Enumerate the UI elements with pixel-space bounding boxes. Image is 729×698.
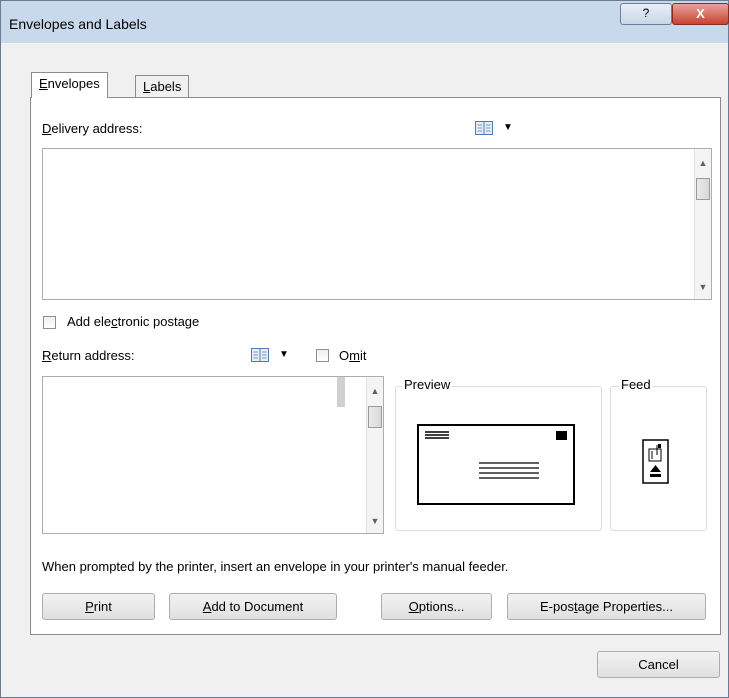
- add-electronic-postage-checkbox[interactable]: [43, 316, 56, 329]
- scroll-up-arrow-icon[interactable]: ▲: [369, 386, 381, 396]
- instruction-text: When prompted by the printer, insert an …: [42, 559, 509, 574]
- scroll-down-arrow-icon[interactable]: ▼: [369, 516, 381, 526]
- text-cursor-marker: [337, 377, 345, 407]
- preview-title: Preview: [402, 377, 453, 392]
- delivery-address-scrollbar[interactable]: ▲ ▼: [694, 149, 711, 299]
- envelopes-labels-dialog: Envelopes and Labels ? X Envelopes Label…: [0, 0, 729, 698]
- e-postage-properties-label-pre: E-pos: [540, 599, 574, 614]
- options-button[interactable]: Options...: [381, 593, 492, 620]
- feed-method-icon: [642, 439, 669, 484]
- omit-label-pre: O: [339, 348, 350, 363]
- delivery-address-scroll-thumb[interactable]: [696, 178, 710, 200]
- print-mnemonic: P: [85, 599, 94, 614]
- scroll-down-arrow-icon[interactable]: ▼: [697, 282, 709, 292]
- return-address-input[interactable]: ▲ ▼: [42, 376, 384, 534]
- scroll-up-arrow-icon[interactable]: ▲: [697, 158, 709, 168]
- delivery-address-label: Delivery address:: [42, 121, 142, 136]
- print-button[interactable]: Print: [42, 593, 155, 620]
- delivery-address-label-text: elivery address:: [51, 121, 143, 136]
- help-icon: ?: [642, 6, 650, 20]
- epostage-label-post: tronic postage: [117, 314, 200, 329]
- omit-label-post: it: [359, 348, 367, 363]
- address-book-icon[interactable]: [475, 121, 493, 135]
- return-address-label-text: eturn address:: [51, 348, 135, 363]
- add-electronic-postage-label[interactable]: Add electronic postage: [67, 314, 199, 329]
- close-button[interactable]: X: [672, 3, 729, 25]
- print-label: rint: [93, 599, 112, 614]
- return-address-label: Return address:: [42, 348, 135, 363]
- options-mnemonic: O: [408, 599, 419, 614]
- return-address-book-dropdown-icon[interactable]: ▼: [279, 349, 289, 360]
- delivery-address-book-dropdown-icon[interactable]: ▼: [503, 122, 513, 133]
- feed-group[interactable]: Feed: [610, 377, 707, 531]
- delivery-address-mnemonic: D: [42, 121, 52, 136]
- omit-label-mnemonic: m: [349, 348, 360, 363]
- window-title: Envelopes and Labels: [9, 16, 147, 32]
- close-icon: X: [696, 6, 705, 21]
- tab-envelopes-mnemonic: E: [39, 76, 48, 91]
- tab-envelopes[interactable]: Envelopes: [31, 72, 108, 98]
- return-address-scroll-thumb[interactable]: [368, 406, 382, 428]
- e-postage-properties-button[interactable]: E-postage Properties...: [507, 593, 706, 620]
- preview-group[interactable]: Preview: [395, 377, 602, 531]
- delivery-address-input[interactable]: ▲ ▼: [42, 148, 712, 300]
- envelope-preview-icon: [417, 424, 575, 505]
- add-to-document-label: dd to Document: [211, 599, 304, 614]
- options-label: ptions...: [418, 599, 465, 614]
- address-book-icon[interactable]: [251, 348, 269, 362]
- omit-label[interactable]: Omit: [339, 348, 366, 363]
- return-address-scrollbar[interactable]: ▲ ▼: [366, 377, 383, 533]
- tab-envelopes-label: nvelopes: [47, 76, 100, 91]
- envelopes-tab-panel: Delivery address: ▼ ▲ ▼ Add electronic p…: [30, 97, 721, 635]
- cancel-button[interactable]: Cancel: [597, 651, 720, 678]
- tab-labels-label: abels: [150, 79, 182, 94]
- return-address-mnemonic: R: [42, 348, 52, 363]
- tab-labels[interactable]: Labels: [135, 75, 190, 98]
- add-to-document-button[interactable]: Add to Document: [169, 593, 337, 620]
- omit-checkbox[interactable]: [316, 349, 329, 362]
- e-postage-properties-label-post: age Properties...: [577, 599, 673, 614]
- epostage-label-pre: Add ele: [67, 314, 112, 329]
- feed-title: Feed: [619, 377, 653, 392]
- title-bar: Envelopes and Labels ? X: [1, 1, 729, 43]
- help-button[interactable]: ?: [620, 3, 672, 25]
